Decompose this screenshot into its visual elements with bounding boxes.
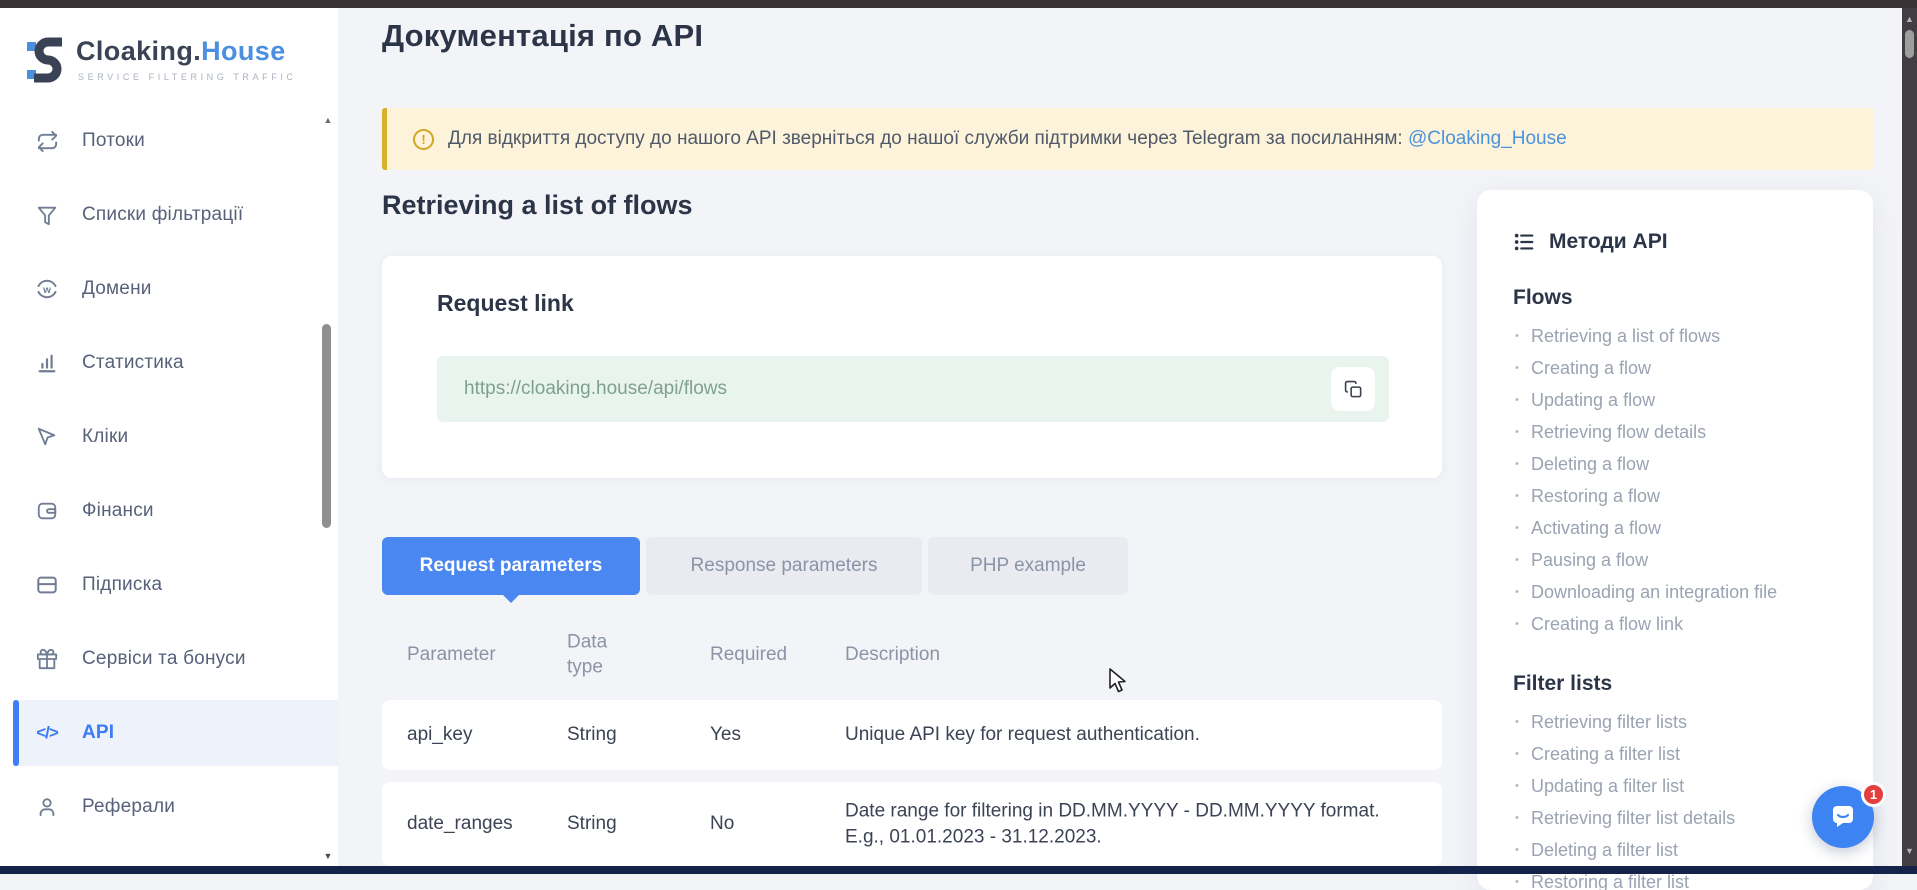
tab-response-parameters[interactable]: Response parameters [646,537,922,595]
request-link-card: Request link https://cloaking.house/api/… [382,256,1442,478]
referrals-icon [34,794,60,820]
methods-panel-header: Методи API [1513,230,1849,254]
method-link[interactable]: Retrieving a list of flows [1513,320,1849,352]
methods-group-filter-lists: Filter lists [1513,672,1849,696]
table-row: date_ranges String No Date range for fil… [382,782,1442,866]
page-title: Документація по API [382,18,703,54]
cell-data-type: String [567,724,617,746]
statistics-icon [34,350,60,376]
active-item-highlight [13,700,338,766]
sidebar-item-domains[interactable]: w Домени [0,252,338,326]
parameter-tabs: Request parameters Response parameters P… [382,537,1128,595]
method-link[interactable]: Creating a flow [1513,352,1849,384]
telegram-link[interactable]: @Cloaking_House [1408,128,1567,149]
cell-parameter: api_key [407,724,473,746]
tab-request-parameters[interactable]: Request parameters [382,537,640,595]
domains-icon: w [34,276,60,302]
api-code-icon: </> [34,720,60,746]
api-methods-panel: Методи API Flows Retrieving a list of fl… [1477,190,1873,890]
clicks-icon [34,424,60,450]
window-bottom-edge [0,866,1917,874]
methods-group-flows: Flows [1513,286,1849,310]
api-access-banner: ! Для відкриття доступу до нашого API зв… [382,108,1874,170]
method-link[interactable]: Downloading an integration file [1513,576,1849,608]
flows-icon [34,128,60,154]
sidebar-item-subscription[interactable]: Підписка [0,548,338,622]
cell-required: Yes [710,724,741,746]
column-header-data-type: Data type [567,630,633,679]
request-link-title: Request link [437,290,574,317]
filter-lists-method-list: Retrieving filter lists Creating a filte… [1513,706,1849,890]
page-scrollbar-thumb[interactable] [1905,30,1914,58]
subscription-icon [34,572,60,598]
list-icon [1513,231,1535,253]
method-link[interactable]: Deleting a flow [1513,448,1849,480]
window-top-edge [0,0,1917,8]
chat-unread-badge: 1 [1861,782,1886,807]
sidebar-item-flows[interactable]: Потоки [0,104,338,178]
cell-required: No [710,813,734,835]
table-row: api_key String Yes Unique API key for re… [382,700,1442,770]
chat-bubble-icon [1828,802,1858,832]
section-title: Retrieving a list of flows [382,190,693,221]
table-header: Parameter Data type Required Description [382,622,1442,688]
cell-parameter: date_ranges [407,813,513,835]
methods-panel-title: Методи API [1549,230,1668,254]
column-header-description: Description [845,644,940,666]
column-header-parameter: Parameter [407,644,496,666]
method-link[interactable]: Deleting a filter list [1513,834,1849,866]
page-scrollbar[interactable]: ▲ ▼ [1902,8,1917,866]
request-url-field[interactable]: https://cloaking.house/api/flows [437,356,1389,422]
sidebar-item-filter-lists[interactable]: Списки фільтрації [0,178,338,252]
method-link[interactable]: Restoring a flow [1513,480,1849,512]
filter-lists-icon [34,202,60,228]
copy-icon [1344,380,1363,399]
logo-subtitle: SERVICE FILTERING TRAFFIC [78,72,297,82]
method-link[interactable]: Activating a flow [1513,512,1849,544]
method-link[interactable]: Retrieving flow details [1513,416,1849,448]
sidebar-scroll-up-icon[interactable]: ▲ [321,115,335,125]
cell-description: Date range for filtering in DD.MM.YYYY -… [845,798,1390,849]
sidebar: Cloaking.House SERVICE FILTERING TRAFFIC… [0,8,338,866]
sidebar-item-services-bonuses[interactable]: Сервіси та бонуси [0,622,338,696]
sidebar-item-api[interactable]: </> API [0,696,338,770]
sidebar-item-referrals[interactable]: Реферали [0,770,338,844]
services-bonuses-icon [34,646,60,672]
method-link[interactable]: Retrieving filter list details [1513,802,1849,834]
method-link[interactable]: Updating a filter list [1513,770,1849,802]
sidebar-nav: Потоки Списки фільтрації w Домени Статис… [0,104,338,844]
column-header-required: Required [710,644,787,666]
method-link[interactable]: Creating a filter list [1513,738,1849,770]
active-item-bar [13,700,19,766]
warning-info-icon: ! [413,129,434,150]
scroll-down-icon[interactable]: ▼ [1902,844,1917,858]
method-link[interactable]: Updating a flow [1513,384,1849,416]
sidebar-scroll-down-icon[interactable]: ▼ [321,851,335,861]
banner-text: Для відкриття доступу до нашого API звер… [448,128,1567,150]
sidebar-item-clicks[interactable]: Кліки [0,400,338,474]
cell-description: Unique API key for request authenticatio… [845,722,1390,748]
sidebar-item-finances[interactable]: Фінанси [0,474,338,548]
finances-icon [34,498,60,524]
method-link[interactable]: Retrieving filter lists [1513,706,1849,738]
tab-php-example[interactable]: PHP example [928,537,1128,595]
svg-text:w: w [42,285,51,296]
copy-button[interactable] [1331,367,1375,411]
sidebar-item-statistics[interactable]: Статистика [0,326,338,400]
method-link[interactable]: Creating a flow link [1513,608,1849,640]
method-link[interactable]: Pausing a flow [1513,544,1849,576]
flows-method-list: Retrieving a list of flows Creating a fl… [1513,320,1849,640]
cell-data-type: String [567,813,617,835]
logo-title: Cloaking.House [76,36,286,67]
scroll-up-icon[interactable]: ▲ [1902,12,1917,26]
sidebar-scrollbar-thumb[interactable] [322,324,331,528]
logo[interactable]: Cloaking.House SERVICE FILTERING TRAFFIC [26,32,306,96]
logo-mark-icon [26,34,68,86]
request-url-value: https://cloaking.house/api/flows [464,356,727,422]
